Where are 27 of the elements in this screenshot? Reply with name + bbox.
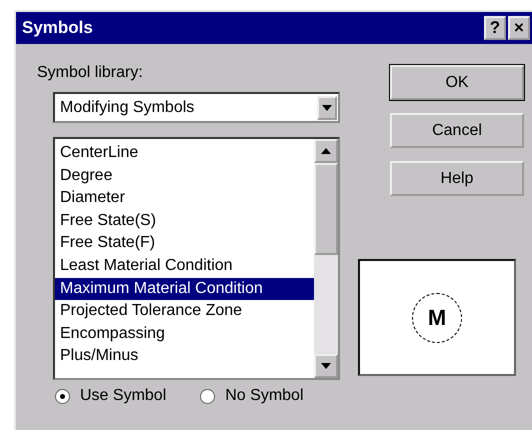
list-item[interactable]: Encompassing xyxy=(55,322,314,346)
symbol-preview: M xyxy=(412,292,462,342)
list-item[interactable]: Maximum Material Condition xyxy=(55,278,314,300)
close-button[interactable]: × xyxy=(508,16,530,40)
dialog-button[interactable]: OK xyxy=(390,65,524,100)
list-item[interactable]: Free State(S) xyxy=(55,210,314,232)
scroll-up-icon[interactable] xyxy=(314,139,338,163)
list-item[interactable]: Free State(F) xyxy=(55,232,314,255)
help-title-button[interactable]: ? xyxy=(484,16,506,40)
dialog-button[interactable]: Help xyxy=(390,161,524,196)
library-dropdown[interactable]: Modifying Symbols xyxy=(53,92,340,123)
list-item[interactable]: Projected Tolerance Zone xyxy=(55,300,314,323)
window-title: Symbols xyxy=(22,18,93,38)
radio-option[interactable]: Use Symbol xyxy=(55,387,166,405)
radio-icon[interactable] xyxy=(55,388,70,404)
radio-icon[interactable] xyxy=(200,388,216,404)
scrollbar[interactable] xyxy=(314,139,338,378)
dialog-button[interactable]: Cancel xyxy=(390,113,524,148)
list-item[interactable]: Degree xyxy=(55,164,314,188)
library-label: Symbol library: xyxy=(37,64,144,82)
list-item[interactable]: Diameter xyxy=(55,187,314,210)
scroll-down-icon[interactable] xyxy=(314,354,338,378)
list-item[interactable]: Least Material Condition xyxy=(55,254,314,278)
scroll-thumb[interactable] xyxy=(314,163,338,255)
list-item[interactable]: Plus/Minus xyxy=(55,345,314,368)
list-item[interactable]: CenterLine xyxy=(55,142,314,165)
radio-option[interactable]: No Symbol xyxy=(200,387,304,405)
